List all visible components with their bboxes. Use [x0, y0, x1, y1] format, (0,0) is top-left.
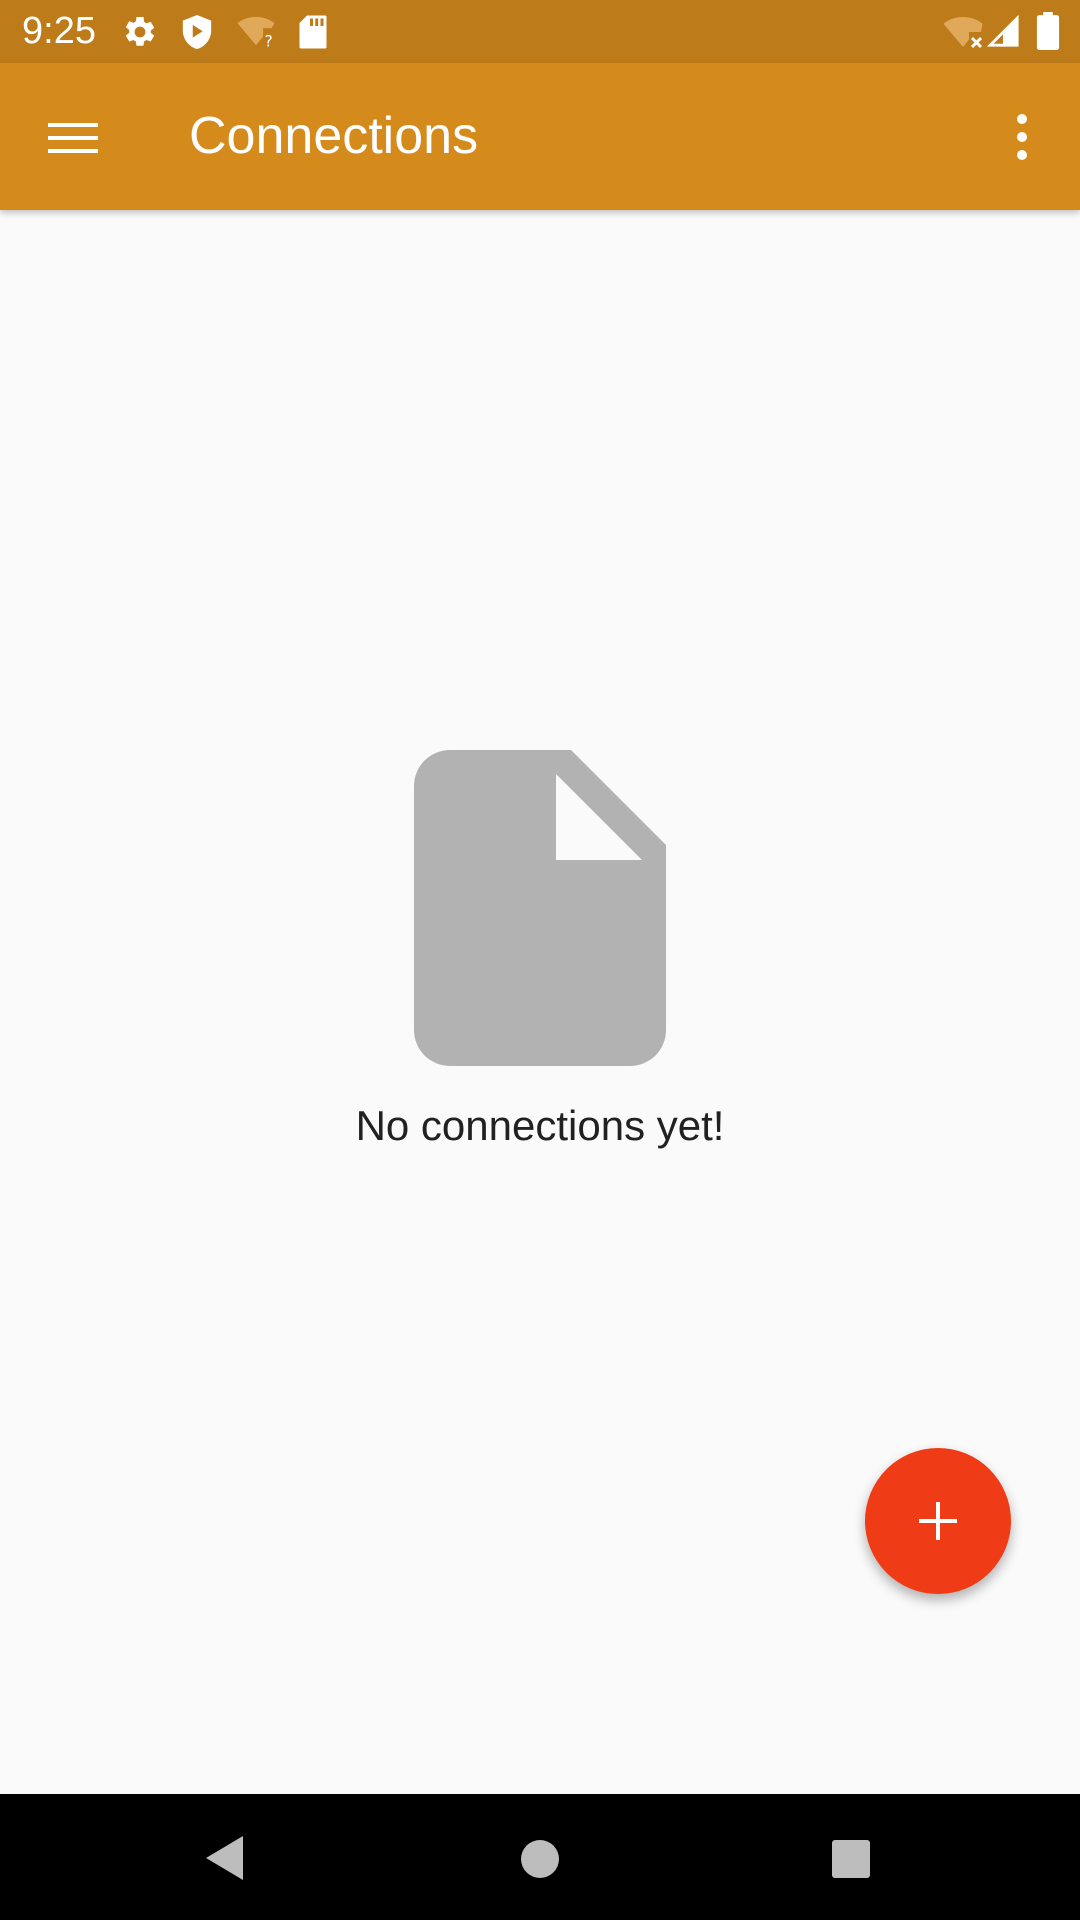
recents-icon	[832, 1840, 870, 1878]
screen: 9:25 ? Connections No connections yet!	[0, 0, 1080, 1920]
settings-icon	[125, 16, 155, 46]
back-icon	[206, 1836, 243, 1880]
menu-icon	[48, 123, 98, 153]
file-icon	[414, 750, 666, 1066]
signal-icon	[986, 14, 1019, 47]
shield-icon	[182, 15, 212, 49]
status-bar: 9:25 ?	[0, 0, 1080, 63]
add-connection-button[interactable]	[865, 1448, 1011, 1594]
battery-icon	[1036, 12, 1060, 50]
navigation-bar	[0, 1794, 1080, 1920]
home-icon	[521, 1840, 559, 1878]
menu-button[interactable]	[32, 103, 112, 173]
more-options-button[interactable]	[1000, 103, 1050, 173]
more-vert-icon	[1017, 114, 1027, 160]
page-title: Connections	[189, 107, 479, 165]
sd-card-icon	[299, 15, 327, 49]
back-button[interactable]	[180, 1822, 270, 1892]
app-bar: Connections	[0, 63, 1080, 210]
svg-text:?: ?	[265, 33, 273, 48]
home-button[interactable]	[495, 1822, 585, 1892]
wifi-off-icon	[943, 17, 983, 49]
recents-button[interactable]	[806, 1822, 896, 1892]
plus-icon	[919, 1502, 957, 1540]
status-time: 9:25	[22, 10, 96, 52]
empty-state-message: No connections yet!	[355, 1102, 725, 1149]
wifi-question-icon: ?	[237, 16, 275, 48]
